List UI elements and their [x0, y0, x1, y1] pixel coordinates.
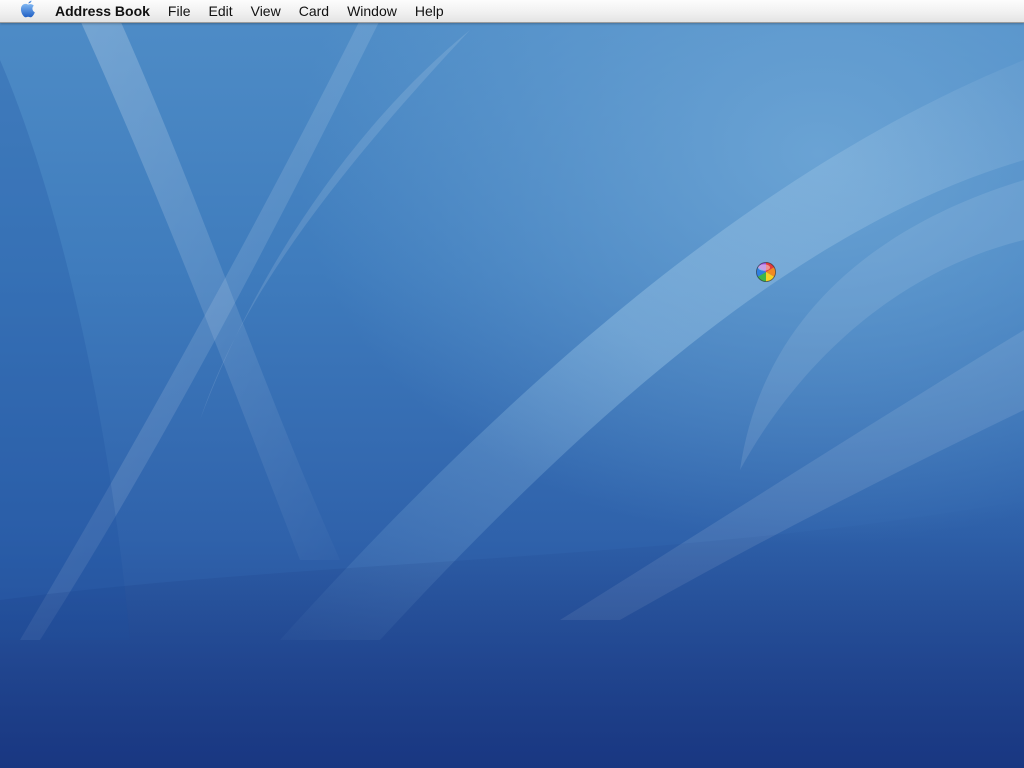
menu-view[interactable]: View: [242, 0, 290, 22]
spinning-wait-cursor-icon: [755, 261, 777, 283]
menu-help[interactable]: Help: [406, 0, 453, 22]
desktop[interactable]: [0, 0, 1024, 768]
menu-card[interactable]: Card: [290, 0, 338, 22]
wallpaper: [0, 20, 1024, 768]
menu-app-name[interactable]: Address Book: [40, 0, 159, 22]
menu-window[interactable]: Window: [338, 0, 406, 22]
menu-bar: Address Book File Edit View Card Window …: [0, 0, 1024, 23]
apple-logo-icon: [19, 0, 37, 24]
apple-menu[interactable]: [16, 0, 40, 22]
menu-file[interactable]: File: [159, 0, 200, 22]
menu-edit[interactable]: Edit: [199, 0, 241, 22]
